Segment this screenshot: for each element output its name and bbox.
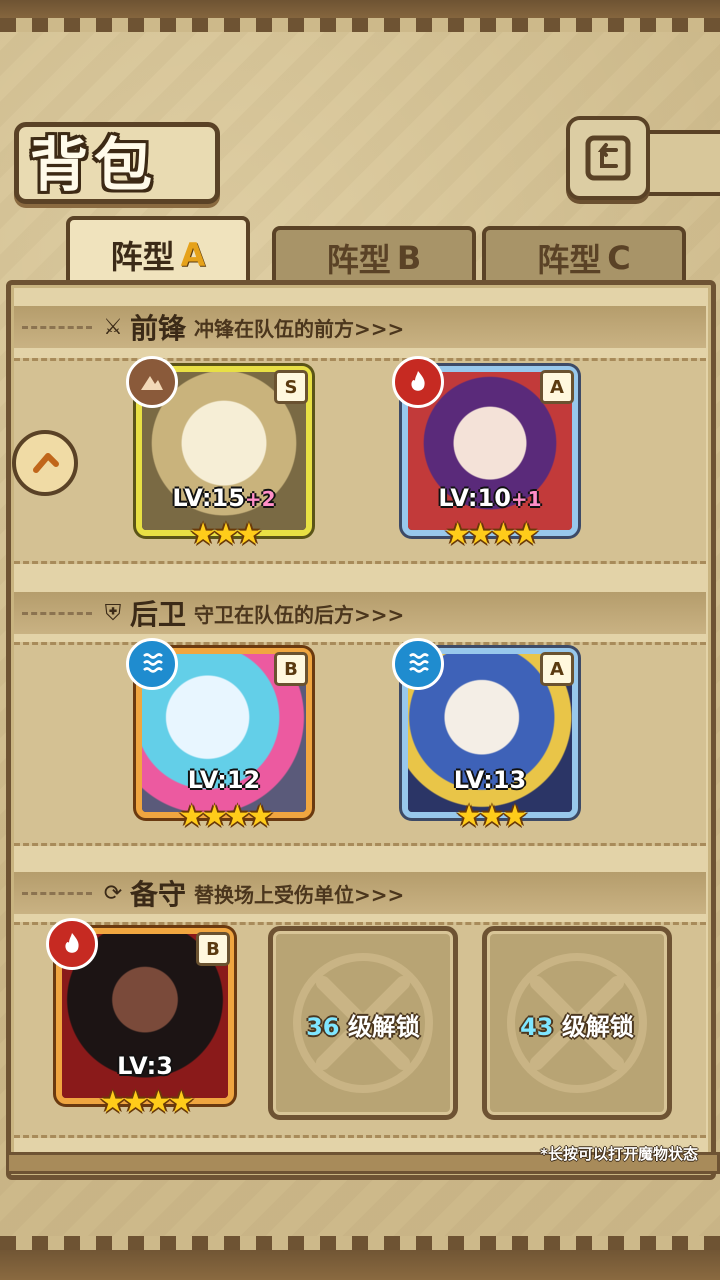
section-front-header: ⚔ 前锋 冲锋在队伍的前方>>> bbox=[14, 306, 706, 348]
divider bbox=[22, 891, 92, 895]
page-title: 背包 bbox=[30, 131, 159, 199]
tab-label: 阵型 bbox=[326, 241, 391, 279]
back-arrow-icon bbox=[585, 135, 631, 181]
monster-card[interactable]: A LV:10+1 ★★★★ bbox=[392, 356, 578, 552]
level-label: LV:12 bbox=[187, 766, 261, 794]
monster-card[interactable]: S LV:15+2 ★★★ bbox=[126, 356, 312, 552]
tab-letter: A bbox=[180, 236, 206, 274]
water-element-icon bbox=[392, 638, 444, 690]
section-desc: 冲锋在队伍的前方>>> bbox=[194, 316, 405, 341]
divider bbox=[22, 325, 92, 329]
rank-badge: S bbox=[274, 370, 308, 404]
back-button[interactable] bbox=[566, 116, 650, 200]
level-label: LV:13 bbox=[453, 766, 527, 794]
back-bar bbox=[642, 130, 720, 196]
section-name: 后卫 bbox=[130, 598, 187, 631]
chevron-icon bbox=[33, 453, 59, 473]
top-border bbox=[0, 0, 720, 32]
star-rating: ★★★★ bbox=[99, 1085, 195, 1120]
locked-slot[interactable]: 43 级解锁 bbox=[482, 926, 672, 1120]
bottom-border bbox=[0, 1236, 720, 1280]
earth-element-icon bbox=[126, 356, 178, 408]
front-row bbox=[14, 358, 706, 564]
section-back-header: ⛨ 后卫 守卫在队伍的后方>>> bbox=[14, 592, 706, 634]
side-toggle-button[interactable] bbox=[12, 430, 78, 496]
level-label: LV:3 bbox=[117, 1052, 173, 1080]
star-rating: ★★★ bbox=[455, 799, 529, 834]
tab-label: 阵型 bbox=[110, 238, 175, 276]
water-element-icon bbox=[126, 638, 178, 690]
sword-icon: ⚔ bbox=[103, 314, 123, 340]
rank-badge: A bbox=[540, 652, 574, 686]
back-row bbox=[14, 642, 706, 846]
section-name: 前锋 bbox=[130, 312, 187, 345]
monster-card[interactable]: B LV:3 ★★★★ bbox=[46, 918, 234, 1120]
tab-formation-a[interactable]: 阵型 A bbox=[66, 216, 250, 290]
monster-card[interactable]: A LV:13 ★★★ bbox=[392, 638, 578, 834]
unlock-requirement: 36 级解锁 bbox=[306, 1013, 420, 1041]
locked-slot[interactable]: 36 级解锁 bbox=[268, 926, 458, 1120]
rank-badge: B bbox=[196, 932, 230, 966]
section-name: 备守 bbox=[130, 878, 187, 911]
fire-element-icon bbox=[392, 356, 444, 408]
unlock-requirement: 43 级解锁 bbox=[520, 1013, 634, 1041]
formation-tabs: 阵型 A 阵型 B 阵型 C bbox=[14, 212, 706, 290]
tab-formation-c[interactable]: 阵型 C bbox=[482, 226, 686, 286]
tab-letter: C bbox=[607, 239, 631, 277]
tab-formation-b[interactable]: 阵型 B bbox=[272, 226, 476, 286]
divider bbox=[22, 611, 92, 615]
star-rating: ★★★★ bbox=[178, 799, 274, 834]
rank-badge: A bbox=[540, 370, 574, 404]
long-press-hint: *长按可以打开魔物状态 bbox=[540, 1145, 698, 1163]
star-rating: ★★★ bbox=[189, 517, 263, 552]
rank-badge: B bbox=[274, 652, 308, 686]
star-rating: ★★★★ bbox=[444, 517, 540, 552]
section-desc: 替换场上受伤单位>>> bbox=[194, 882, 405, 907]
fire-element-icon bbox=[46, 918, 98, 970]
shield-icon: ⛨ bbox=[104, 600, 122, 626]
tab-letter: B bbox=[396, 239, 422, 277]
level-label: LV:15+2 bbox=[172, 484, 276, 512]
level-label: LV:10+1 bbox=[438, 484, 542, 512]
section-desc: 守卫在队伍的后方>>> bbox=[194, 602, 405, 627]
tab-label: 阵型 bbox=[537, 241, 602, 279]
monster-card[interactable]: B LV:12 ★★★★ bbox=[126, 638, 312, 834]
section-reserve-header: ⟳ 备守 替换场上受伤单位>>> bbox=[14, 872, 706, 914]
swap-icon: ⟳ bbox=[103, 880, 123, 906]
